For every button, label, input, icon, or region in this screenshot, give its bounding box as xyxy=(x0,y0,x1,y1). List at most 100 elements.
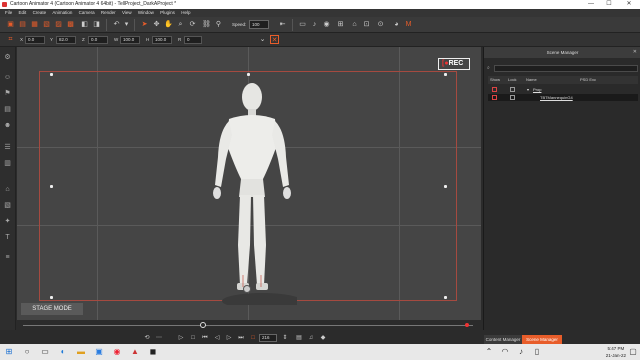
puppet-icon[interactable]: ☰ xyxy=(3,143,12,152)
render-icon[interactable]: ▩ xyxy=(66,20,75,29)
frame-spinner-icon[interactable]: ⇕ xyxy=(281,334,289,342)
frame-input[interactable]: 216 xyxy=(259,334,277,342)
stage-mode-button[interactable]: STAGE MODE xyxy=(21,303,83,315)
search-input[interactable] xyxy=(494,65,638,72)
select-icon[interactable]: ➤ xyxy=(140,20,149,29)
next-frame-icon[interactable]: ▷ xyxy=(225,334,233,342)
pan-icon[interactable]: ✋ xyxy=(164,20,173,29)
face-icon[interactable]: ☻ xyxy=(3,121,12,130)
x-field[interactable]: 0.0 xyxy=(25,36,45,44)
marketplace-icon[interactable]: M xyxy=(404,20,413,29)
rec-indicator[interactable]: [●REC xyxy=(438,58,470,70)
lock-checkbox[interactable] xyxy=(510,95,515,100)
attach-icon[interactable]: ⚲ xyxy=(214,20,223,29)
tray-icon[interactable]: ⌃ xyxy=(484,347,494,357)
stage-viewport[interactable]: [●REC STAGE MODE xyxy=(17,47,481,320)
timeline-icon[interactable]: ▤ xyxy=(295,334,303,342)
new-project-icon[interactable]: ▣ xyxy=(6,20,15,29)
timeline-track[interactable] xyxy=(23,325,473,326)
z-field[interactable]: 0.0 xyxy=(88,36,108,44)
lock-checkbox[interactable] xyxy=(510,87,515,92)
motion-icon[interactable]: ⚑ xyxy=(3,89,12,98)
menu-animation[interactable]: Animation xyxy=(52,9,72,17)
deform-icon[interactable]: ✕ xyxy=(270,35,279,44)
y-field[interactable]: 82.0 xyxy=(56,36,76,44)
scene-icon[interactable]: ⌂ xyxy=(3,185,12,194)
network-icon[interactable]: ◠ xyxy=(500,347,510,357)
close-button[interactable]: ✕ xyxy=(622,0,636,9)
clock[interactable]: 5:47 PM 21-Jan-22 xyxy=(606,345,626,359)
rotate-icon[interactable]: ⟳ xyxy=(188,20,197,29)
windows-start-icon[interactable]: ⊞ xyxy=(4,347,14,357)
menu-plugins[interactable]: Plugins xyxy=(160,9,175,17)
flip-icon[interactable]: ⌄ xyxy=(258,35,267,44)
mannequin-figure[interactable] xyxy=(207,75,297,305)
menu-file[interactable]: File xyxy=(5,9,12,17)
col-show[interactable]: Show xyxy=(490,76,500,84)
speed-input[interactable]: 100 xyxy=(249,20,269,29)
scene-row-mannequin[interactable]: TBTMannequinG4 xyxy=(488,94,638,101)
audio-icon[interactable]: ♪ xyxy=(310,20,319,29)
text-icon[interactable]: T xyxy=(3,233,12,242)
smart-content-icon[interactable]: ◕ xyxy=(392,20,401,29)
search-icon[interactable]: ○ xyxy=(22,347,32,357)
app-icon-2[interactable]: ◼ xyxy=(148,347,158,357)
task-view-icon[interactable]: ▭ xyxy=(40,347,50,357)
menu-render[interactable]: Render xyxy=(101,9,116,17)
menu-camera[interactable]: Camera xyxy=(79,9,95,17)
menu-create[interactable]: Create xyxy=(33,9,47,17)
minimize-button[interactable]: — xyxy=(584,0,598,9)
pivot-handle[interactable] xyxy=(243,285,251,293)
menu-edit[interactable]: Edit xyxy=(19,9,27,17)
export-icon[interactable]: ▨ xyxy=(54,20,63,29)
menu-window[interactable]: Window xyxy=(138,9,154,17)
layer-icon[interactable]: ▥ xyxy=(3,159,12,168)
panel-close-icon[interactable]: ✕ xyxy=(633,47,637,58)
record-icon[interactable]: □ xyxy=(249,334,257,342)
timeline-end-marker[interactable] xyxy=(465,323,469,327)
prop-icon[interactable]: ▧ xyxy=(3,201,12,210)
ease-icon[interactable]: ⋯ xyxy=(155,334,163,342)
chrome-icon[interactable]: ◉ xyxy=(112,347,122,357)
prev-frame-icon[interactable]: ◁ xyxy=(213,334,221,342)
redo-icon[interactable]: ▾ xyxy=(122,20,131,29)
battery-icon[interactable]: ▯ xyxy=(532,347,542,357)
file-explorer-icon[interactable]: ▬ xyxy=(76,347,86,357)
key-icon[interactable]: ◆ xyxy=(319,334,327,342)
last-frame-icon[interactable]: ⏭ xyxy=(237,334,245,342)
fit-icon[interactable]: ⊡ xyxy=(362,20,371,29)
zoom-icon[interactable]: ⌕ xyxy=(176,20,185,29)
grid-icon[interactable]: ⊞ xyxy=(336,20,345,29)
cartoon-animator-icon[interactable]: ▲ xyxy=(130,347,140,357)
preview-icon[interactable]: ⊙ xyxy=(376,20,385,29)
w-field[interactable]: 100.0 xyxy=(120,36,140,44)
open-project-icon[interactable]: ▤ xyxy=(18,20,27,29)
effect-icon[interactable]: ✦ xyxy=(3,217,12,226)
menu-view[interactable]: View xyxy=(122,9,132,17)
volume-icon[interactable]: ♪ xyxy=(516,347,526,357)
undo-icon[interactable]: ↶ xyxy=(112,20,121,29)
save-icon[interactable]: ▦ xyxy=(30,20,39,29)
r-field[interactable]: 0 xyxy=(184,36,202,44)
menu-help[interactable]: Help xyxy=(181,9,190,17)
align-icon[interactable]: ≡ xyxy=(3,253,12,262)
first-frame-icon[interactable]: ⏮ xyxy=(201,334,209,342)
store-icon[interactable]: ▣ xyxy=(94,347,104,357)
col-lock[interactable]: Lock xyxy=(508,76,516,84)
home-icon[interactable]: ⌂ xyxy=(350,20,359,29)
image-icon[interactable]: ▭ xyxy=(298,20,307,29)
col-psd[interactable]: PSD Exc xyxy=(580,76,596,84)
bone-icon[interactable]: ⚙ xyxy=(3,53,12,62)
sound-icon[interactable]: ♫ xyxy=(307,334,315,342)
expand-icon[interactable]: ▾ xyxy=(527,86,529,93)
reset-speed-icon[interactable]: ⇤ xyxy=(278,20,287,29)
timeline-playhead[interactable] xyxy=(200,322,206,328)
move-icon[interactable]: ✥ xyxy=(152,20,161,29)
col-name[interactable]: Name xyxy=(526,76,537,84)
edge-icon[interactable]: ◐ xyxy=(58,347,68,357)
maximize-button[interactable]: ☐ xyxy=(602,0,616,9)
photoshop-icon[interactable]: ◧ xyxy=(80,20,89,29)
stop-icon[interactable]: □ xyxy=(189,334,197,342)
import-icon[interactable]: ▧ xyxy=(42,20,51,29)
scene-row-prop[interactable]: ▾ Prop xyxy=(488,86,638,93)
